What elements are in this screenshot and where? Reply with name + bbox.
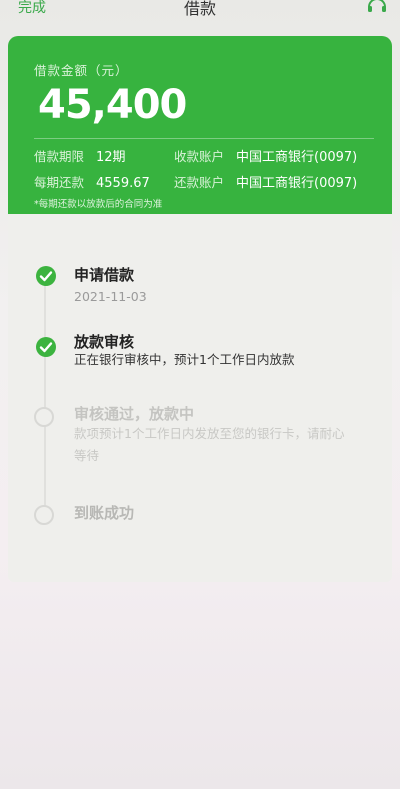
receive-account-label: 收款账户 — [174, 149, 225, 164]
check-icon — [36, 266, 56, 286]
top-bar: 完成 借款 — [0, 0, 400, 22]
step-review-title: 放款审核 — [74, 333, 135, 351]
loan-amount: 45,400 — [38, 82, 187, 128]
step-disbursing-desc-line2: 等待 — [74, 448, 100, 463]
step-disbursing-title: 审核通过，放款中 — [74, 405, 195, 423]
repayment-note: *每期还款以放款后的合同为准 — [34, 199, 163, 210]
step-apply-title: 申请借款 — [74, 266, 135, 284]
receive-account-value: 中国工商银行(0097) — [236, 150, 358, 165]
step-disbursing-desc-line1: 款项预计1个工作日内发放至您的银行卡，请耐心 — [74, 426, 345, 441]
pending-circle-icon — [34, 407, 54, 427]
step-arrived-title: 到账成功 — [74, 504, 135, 522]
term-label: 借款期限 — [34, 149, 85, 164]
repay-account-row: 还款账户 中国工商银行(0097) — [174, 172, 357, 191]
customer-service-icon[interactable] — [366, 0, 388, 13]
repay-account-label: 还款账户 — [174, 175, 225, 190]
timeline-line — [44, 278, 46, 513]
repay-account-value: 中国工商银行(0097) — [236, 176, 358, 191]
repay-label: 每期还款 — [34, 175, 85, 190]
amount-label: 借款金额（元） — [34, 63, 129, 78]
repay-row: 每期还款 4559.67 — [34, 172, 150, 191]
term-row: 借款期限 12期 — [34, 146, 126, 165]
divider — [34, 138, 374, 139]
loan-summary-card: 借款金额（元） 45,400 借款期限 12期 收款账户 中国工商银行(0097… — [8, 36, 392, 214]
check-icon — [36, 337, 56, 357]
step-review-desc: 正在银行审核中，预计1个工作日内放款 — [74, 352, 295, 367]
step-apply-date: 2021-11-03 — [74, 289, 147, 304]
term-value: 12期 — [96, 150, 126, 165]
pending-circle-icon — [34, 505, 54, 525]
progress-panel — [8, 214, 392, 582]
receive-account-row: 收款账户 中国工商银行(0097) — [174, 146, 357, 165]
repay-value: 4559.67 — [96, 176, 150, 191]
page-title: 借款 — [183, 0, 216, 18]
